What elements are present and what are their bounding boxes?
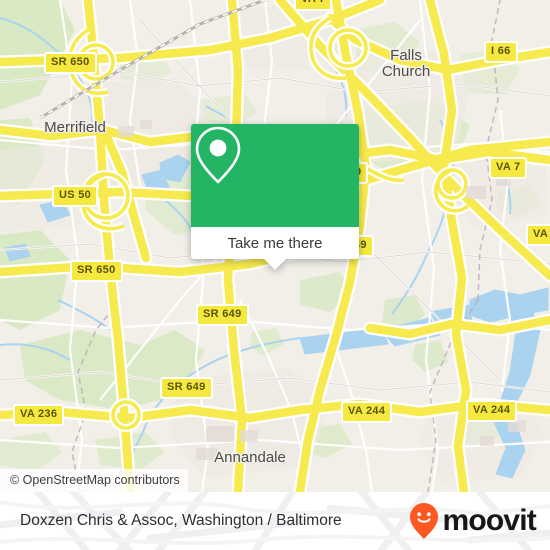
road-shield-sr-650-south: SR 650 bbox=[70, 260, 123, 282]
place-label-merrifield: Merrifield bbox=[44, 119, 106, 136]
road-shield-sr-649-north: SR 649 bbox=[196, 304, 249, 326]
place-title: Doxzen Chris & Assoc, Washington / Balti… bbox=[20, 512, 342, 529]
popup-header bbox=[191, 124, 359, 227]
popup-pointer bbox=[264, 259, 286, 270]
moovit-wordmark: moovit bbox=[442, 504, 536, 537]
road-shield-va-244-west: VA 244 bbox=[341, 401, 393, 423]
map-attribution[interactable]: © OpenStreetMap contributors bbox=[0, 468, 188, 492]
moovit-pin-smiley-icon bbox=[410, 503, 439, 539]
popup-footer-bar[interactable]: Take me there bbox=[191, 227, 359, 270]
road-shield-va-244-east: VA 244 bbox=[466, 400, 518, 422]
moovit-logo[interactable]: moovit bbox=[409, 502, 537, 540]
road-shield-va-7-east: VA 7 bbox=[526, 224, 550, 246]
footer-bar: Doxzen Chris & Assoc, Washington / Balti… bbox=[0, 492, 550, 550]
road-shield-sr-650-north: SR 650 bbox=[44, 52, 97, 74]
map-page: Merrifield Falls Church Annandale SR 650… bbox=[0, 0, 550, 550]
take-me-there-label: Take me there bbox=[227, 234, 323, 252]
place-label-falls-church: Falls Church bbox=[381, 47, 431, 80]
road-shield-va-236: VA 236 bbox=[13, 404, 65, 426]
place-label-annandale: Annandale bbox=[214, 449, 286, 466]
road-shield-va-7-mid: VA 7 bbox=[489, 157, 528, 179]
road-shield-va-7-top: VA 7 bbox=[294, 0, 333, 11]
map-canvas[interactable]: Merrifield Falls Church Annandale SR 650… bbox=[0, 0, 550, 492]
destination-popup-card[interactable]: Take me there bbox=[191, 124, 359, 270]
road-shield-i-66: I 66 bbox=[484, 41, 518, 63]
map-pin-icon bbox=[195, 126, 241, 184]
road-shield-us-50: US 50 bbox=[52, 185, 99, 207]
road-shield-sr-649-south: SR 649 bbox=[160, 377, 213, 399]
